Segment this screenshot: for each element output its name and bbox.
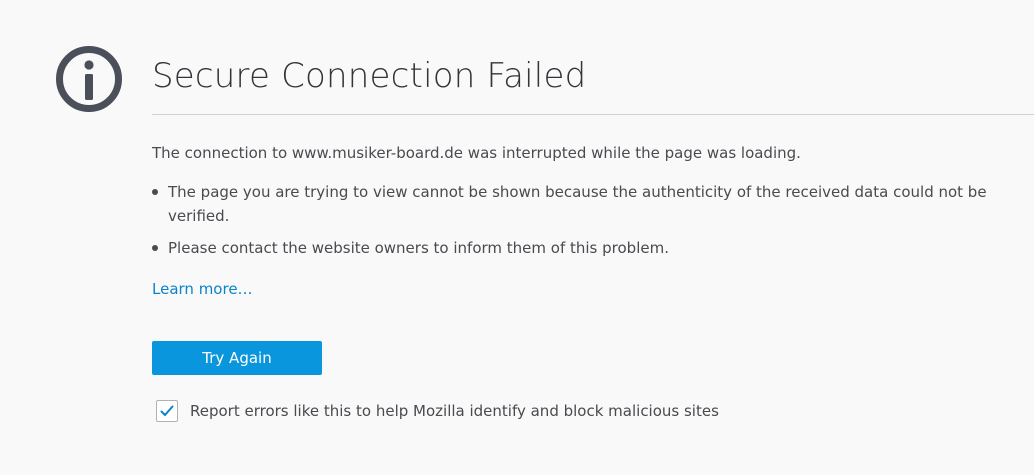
list-item: The page you are trying to view cannot b… — [152, 180, 1012, 228]
title-container: Secure Connection Failed — [152, 50, 1034, 115]
bullet-icon — [152, 189, 158, 195]
error-details-list: The page you are trying to view cannot b… — [152, 180, 1012, 268]
report-errors-row[interactable]: Report errors like this to help Mozilla … — [156, 397, 719, 425]
list-item: Please contact the website owners to inf… — [152, 236, 1012, 260]
learn-more-link[interactable]: Learn more… — [152, 278, 253, 300]
error-intro: The connection to www.musiker-board.de w… — [152, 144, 801, 162]
report-errors-label[interactable]: Report errors like this to help Mozilla … — [190, 400, 719, 422]
try-again-button[interactable]: Try Again — [152, 341, 322, 375]
bullet-icon — [152, 245, 158, 251]
checkmark-icon — [160, 405, 174, 416]
report-errors-checkbox[interactable] — [156, 400, 178, 422]
page-title: Secure Connection Failed — [152, 56, 587, 96]
list-item-text: Please contact the website owners to inf… — [168, 239, 669, 257]
info-icon — [56, 46, 122, 112]
list-item-text: The page you are trying to view cannot b… — [168, 183, 987, 225]
